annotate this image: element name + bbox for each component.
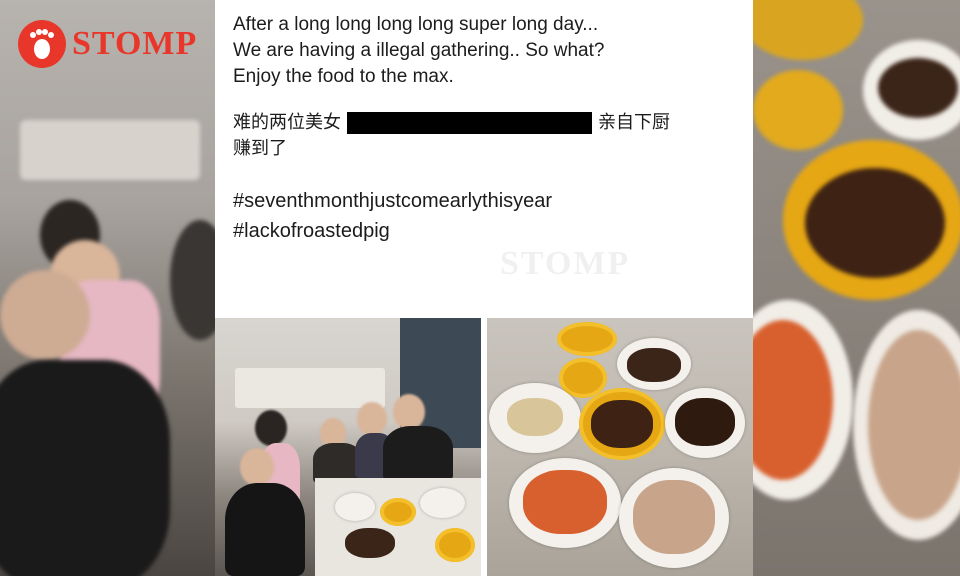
adult-silhouette: [170, 220, 215, 340]
post-text: After a long long long long super long d…: [233, 12, 743, 246]
dish-roast: [633, 480, 715, 554]
wall-photos: [20, 120, 200, 180]
bowl-sauce-blur: [753, 70, 843, 150]
roast-blur: [868, 330, 960, 520]
social-post: After a long long long long super long d…: [215, 0, 753, 576]
post-line-1: After a long long long long super long d…: [233, 14, 599, 35]
hashtag-1[interactable]: #seventhmonthjustcomearlythisyear: [233, 186, 743, 216]
post-line-3: Enjoy the food to the max.: [233, 66, 454, 87]
bowl-small: [557, 322, 617, 356]
dish-braised: [627, 348, 681, 382]
hashtag-2[interactable]: #lackofroastedpig: [233, 216, 743, 246]
dish-ribs: [675, 398, 735, 446]
footprint-icon: [18, 20, 66, 68]
bowl: [380, 498, 416, 526]
logo-text: STOMP: [72, 25, 198, 62]
bowl-blur: [753, 0, 863, 60]
boy-head: [240, 448, 274, 486]
watermark-1: STOMP: [475, 150, 606, 187]
post-photo-family[interactable]: [215, 318, 481, 576]
boy-shirt: [0, 360, 170, 576]
post-chinese-suffix: 亲自下厨: [598, 112, 670, 133]
meat-blur: [878, 58, 958, 118]
post-chinese-prefix: 难的两位美女: [233, 112, 341, 133]
post-chinese-line: 难的两位美女 亲自下厨: [233, 110, 743, 136]
dish-blur: [805, 168, 945, 278]
boy-face: [0, 270, 90, 360]
post-line-2: We are having a illegal gathering.. So w…: [233, 40, 605, 61]
watermark-2: STOMP: [500, 245, 631, 282]
man-head: [393, 394, 425, 430]
plate: [335, 493, 375, 521]
stomp-logo: STOMP: [18, 20, 197, 68]
dish-tomato: [523, 470, 607, 534]
woman-head: [357, 402, 387, 436]
man-body: [383, 426, 453, 481]
background-photo-right: [753, 0, 960, 576]
wall-photo-string: [235, 368, 385, 408]
post-photo-food[interactable]: [487, 318, 753, 576]
dish-meat: [345, 528, 395, 558]
background-photo-left: STOMP: [0, 0, 215, 576]
dish-meat: [591, 400, 653, 448]
girl-head: [255, 410, 287, 446]
redaction-bar: [347, 112, 592, 134]
boy-body: [225, 483, 305, 576]
bowl-soup: [435, 528, 475, 562]
hashtags: #seventhmonthjustcomearlythisyear #lacko…: [233, 186, 743, 246]
plate: [420, 488, 465, 518]
dish-egg: [507, 398, 563, 436]
